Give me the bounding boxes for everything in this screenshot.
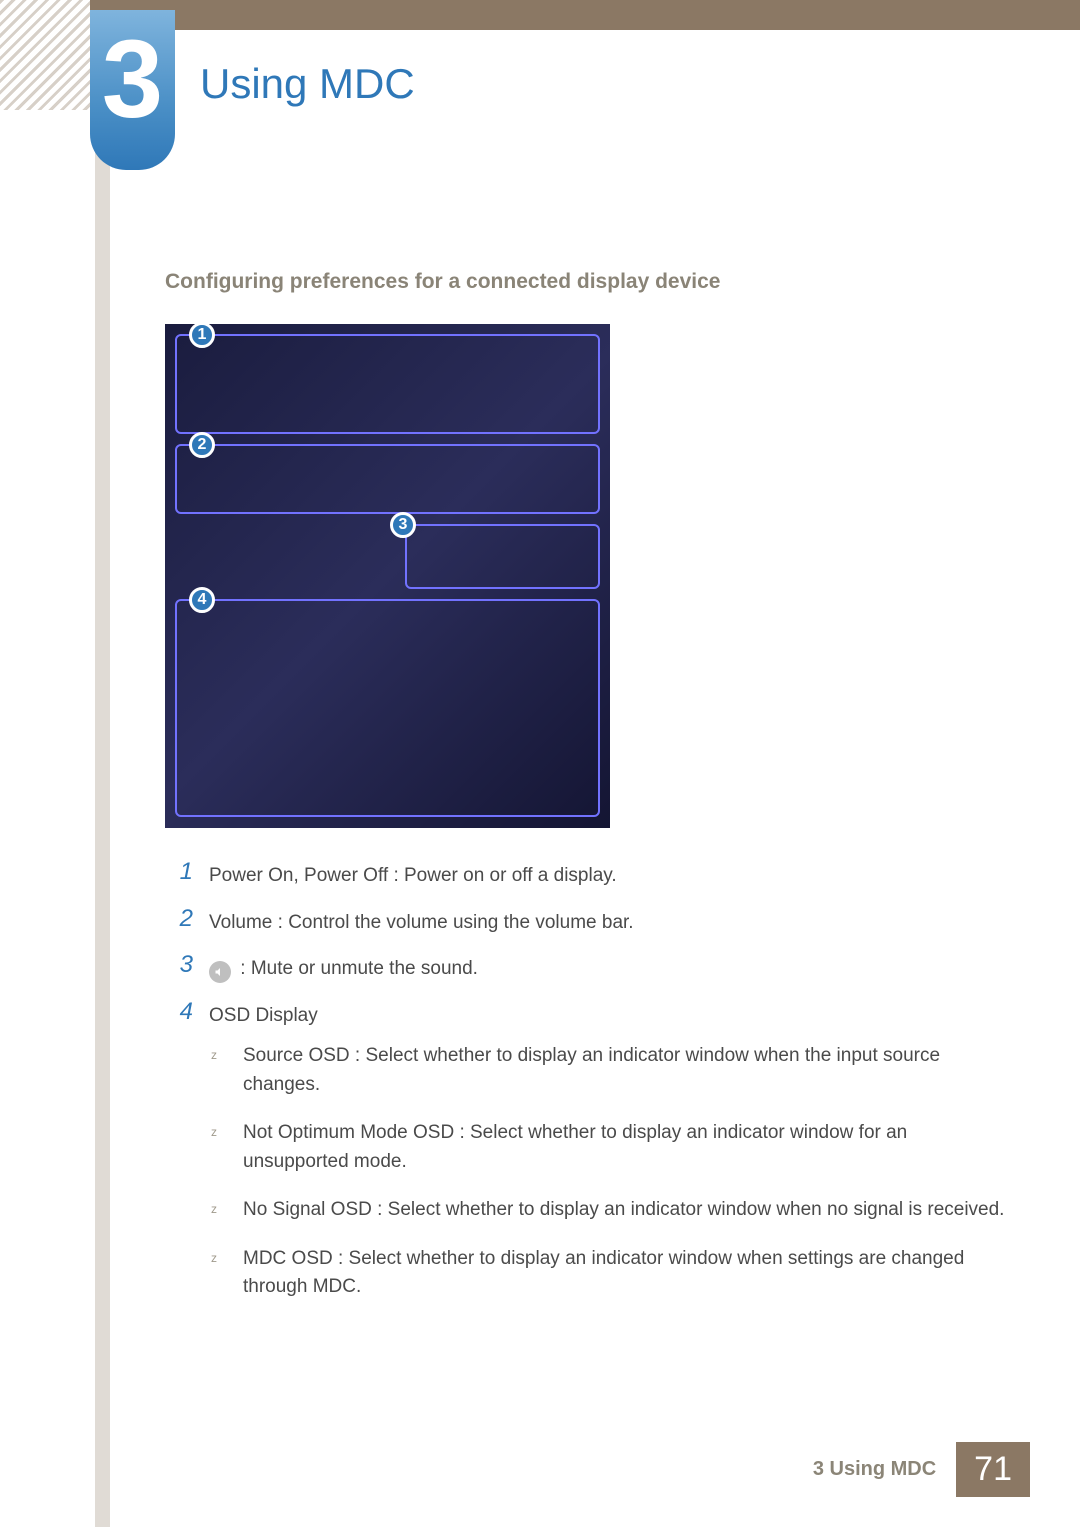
- sub-item-text: Source OSD : Select whether to display a…: [243, 1042, 1010, 1099]
- item-text: Power On, Power Off : Power on or off a …: [209, 858, 1010, 891]
- bullet-icon: z: [211, 1196, 221, 1225]
- speaker-icon: [209, 961, 231, 983]
- diagram-panel-1: [175, 334, 600, 434]
- left-margin-stripe: [95, 110, 110, 1527]
- sub-item-text: No Signal OSD : Select whether to displa…: [243, 1196, 1010, 1225]
- bullet-icon: z: [211, 1245, 221, 1302]
- diagram-panel-4: [175, 599, 600, 817]
- header-hatch-pattern: [0, 0, 90, 110]
- item-text: Volume : Control the volume using the vo…: [209, 905, 1010, 938]
- callout-2: 2: [189, 432, 215, 458]
- section-title: Configuring preferences for a connected …: [165, 270, 1010, 294]
- item-text: : Mute or unmute the sound.: [240, 958, 478, 979]
- callout-4: 4: [189, 587, 215, 613]
- sub-list-item: z No Signal OSD : Select whether to disp…: [211, 1196, 1010, 1225]
- sub-item-text: Not Optimum Mode OSD : Select whether to…: [243, 1119, 1010, 1176]
- numbered-list: 1 Power On, Power Off : Power on or off …: [173, 858, 1010, 1322]
- callout-3: 3: [390, 512, 416, 538]
- diagram-panel-3: [405, 524, 600, 589]
- page-footer: 3 Using MDC 71: [813, 1442, 1030, 1497]
- chapter-title: Using MDC: [200, 60, 415, 107]
- list-item: 1 Power On, Power Off : Power on or off …: [173, 858, 1010, 891]
- chapter-number: 3: [102, 25, 163, 135]
- sub-list-item: z Source OSD : Select whether to display…: [211, 1042, 1010, 1099]
- item-number: 2: [173, 905, 193, 933]
- sub-list: z Source OSD : Select whether to display…: [211, 1042, 1010, 1302]
- list-item: 3 : Mute or unmute the sound.: [173, 951, 1010, 984]
- chapter-title-container: Using MDC: [200, 60, 415, 108]
- preferences-diagram: 1 2 3 4: [165, 324, 610, 828]
- page-content: Configuring preferences for a connected …: [165, 270, 1010, 1336]
- item-number: 4: [173, 998, 193, 1026]
- chapter-number-badge: 3: [90, 10, 175, 170]
- bullet-icon: z: [211, 1042, 221, 1099]
- item-body: OSD Display z Source OSD : Select whethe…: [209, 998, 1010, 1322]
- page-number: 71: [956, 1442, 1030, 1497]
- sub-list-item: z Not Optimum Mode OSD : Select whether …: [211, 1119, 1010, 1176]
- item-number: 3: [173, 951, 193, 979]
- diagram-panel-2: [175, 444, 600, 514]
- callout-1: 1: [189, 322, 215, 348]
- item-number: 1: [173, 858, 193, 886]
- item-text: OSD Display: [209, 1005, 318, 1026]
- sub-item-text: MDC OSD : Select whether to display an i…: [243, 1245, 1010, 1302]
- item-body: : Mute or unmute the sound.: [209, 951, 1010, 984]
- sub-list-item: z MDC OSD : Select whether to display an…: [211, 1245, 1010, 1302]
- footer-chapter-label: 3 Using MDC: [813, 1458, 936, 1481]
- list-item: 4 OSD Display z Source OSD : Select whet…: [173, 998, 1010, 1322]
- list-item: 2 Volume : Control the volume using the …: [173, 905, 1010, 938]
- bullet-icon: z: [211, 1119, 221, 1176]
